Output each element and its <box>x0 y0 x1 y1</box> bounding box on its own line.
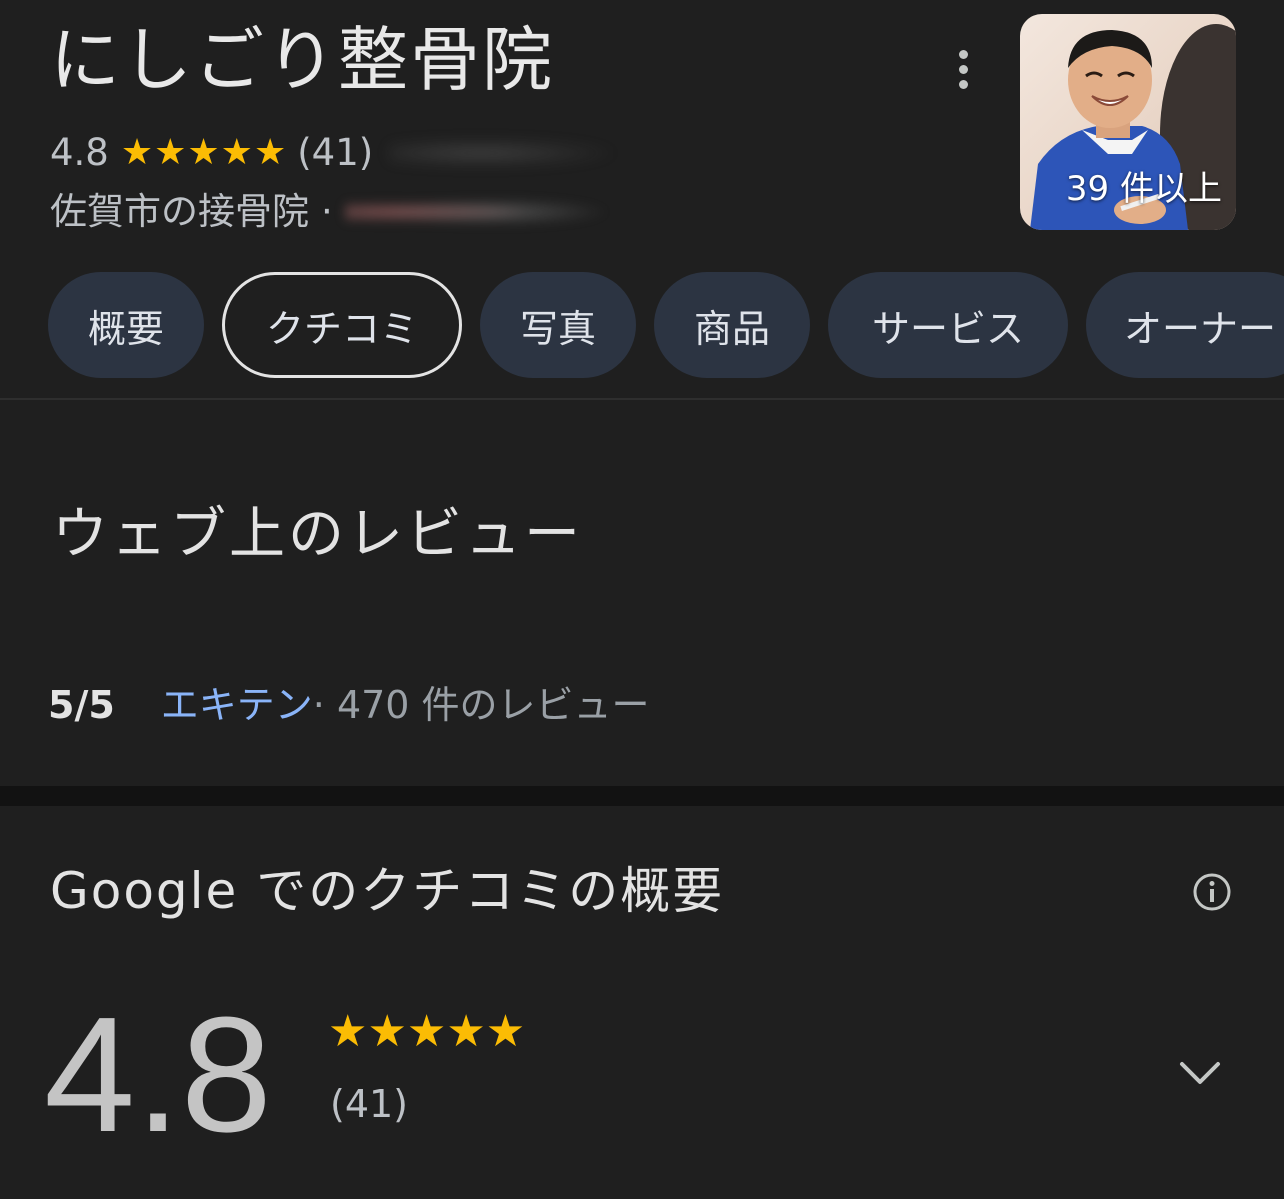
info-icon-graphic <box>1193 873 1231 911</box>
tab-reviews[interactable]: クチコミ <box>222 272 462 378</box>
tab-overview[interactable]: 概要 <box>48 272 204 378</box>
more-vert-icon-dot <box>958 79 968 89</box>
overall-stars-icon: ★★★★★ <box>328 1006 526 1057</box>
more-vert-icon-dot <box>958 64 968 74</box>
chevron-down-graphic <box>1180 1062 1220 1084</box>
tab-products[interactable]: 商品 <box>654 272 810 378</box>
more-options-button[interactable] <box>944 44 982 94</box>
google-reviews-heading: Google でのクチコミの概要 <box>50 862 725 920</box>
overall-rating: 4.8 <box>44 983 272 1166</box>
rating-summary[interactable]: 4.8 ★★★★★ (41) <box>50 130 620 176</box>
place-title: にしごり整骨院 <box>50 19 554 101</box>
divider <box>0 398 1284 400</box>
place-category: 佐賀市の接骨院 <box>50 190 309 233</box>
more-vert-icon <box>958 49 968 59</box>
chevron-down-icon[interactable] <box>1176 1050 1224 1098</box>
tab-owner[interactable]: オーナー <box>1086 272 1284 378</box>
separator: · <box>321 190 333 233</box>
section-separator <box>0 786 1284 806</box>
photo-thumbnail[interactable]: 39 件以上 <box>1020 14 1236 230</box>
rating-stars-icon: ★★★★★ <box>120 132 288 173</box>
overall-review-count: (41) <box>330 1082 409 1126</box>
web-review-source-link[interactable]: エキテン <box>161 680 313 730</box>
web-reviews-heading: ウェブ上のレビュー <box>52 502 583 567</box>
rating-value: 4.8 <box>50 131 109 174</box>
photo-count-label: 39 件以上 <box>1065 169 1222 209</box>
web-review-count: · 470 件のレビュー <box>312 683 650 727</box>
category-status-line: 佐賀市の接骨院 · <box>50 188 615 236</box>
place-reviews-page: にしごり整骨院 4.8 ★★★★★ (41) 佐賀市の接骨院 · 39 件以上 … <box>0 0 1284 1199</box>
web-review-score: 5/5 <box>48 683 115 727</box>
tab-services[interactable]: サービス <box>828 272 1068 378</box>
blurred-hours-status <box>344 194 615 230</box>
tab-photos[interactable]: 写真 <box>480 272 636 378</box>
tab-bar: 概要 クチコミ 写真 商品 サービス オーナー <box>48 272 1284 378</box>
review-count: (41) <box>297 131 374 174</box>
blurred-region <box>389 138 620 168</box>
web-review-row: 5/5 エキテン · 470 件のレビュー <box>48 680 650 730</box>
info-icon[interactable] <box>1192 872 1232 912</box>
